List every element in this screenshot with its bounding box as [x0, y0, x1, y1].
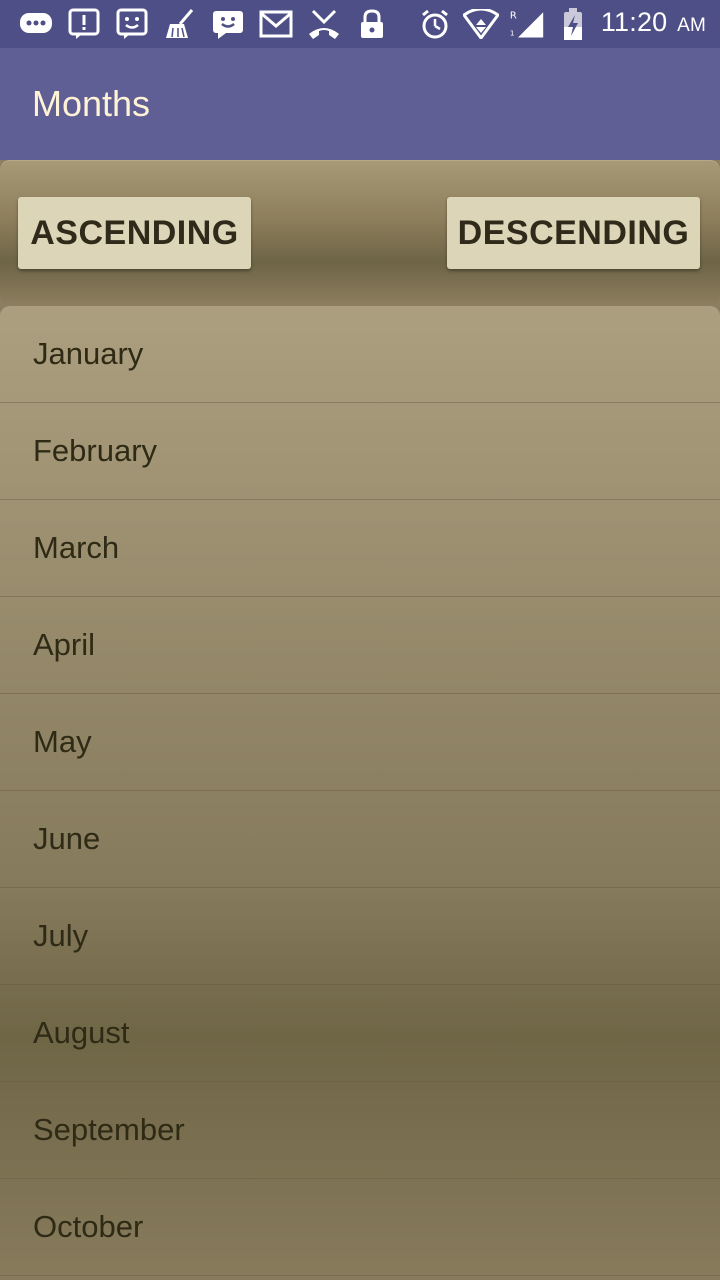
clock-time: 11:20 [600, 7, 668, 37]
months-list[interactable]: January February March April May June Ju… [0, 306, 720, 1280]
screen: R 1 11:20 AM Months ASCENDING DESCENDING [0, 0, 720, 1280]
app-toolbar: Months [0, 48, 720, 160]
page-title: Months [32, 83, 151, 124]
descending-button[interactable]: DESCENDING [447, 197, 700, 269]
list-item[interactable]: May [0, 694, 720, 791]
alarm-icon [417, 6, 453, 42]
clock: 11:20 AM [601, 4, 706, 44]
list-item[interactable]: July [0, 888, 720, 985]
notification-icons [18, 6, 390, 42]
wifi-icon [462, 6, 499, 42]
list-item[interactable]: October [0, 1179, 720, 1276]
sort-button-panel: ASCENDING DESCENDING [0, 160, 720, 306]
status-bar: R 1 11:20 AM [0, 0, 720, 48]
system-status: R 1 11:20 AM [417, 6, 706, 42]
signal-icon: R 1 [509, 6, 545, 42]
chat-smiley-icon [210, 6, 246, 42]
ascending-button[interactable]: ASCENDING [18, 197, 251, 269]
battery-icon [555, 6, 591, 42]
svg-text:1: 1 [510, 29, 515, 38]
list-item[interactable]: April [0, 597, 720, 694]
list-item[interactable]: June [0, 791, 720, 888]
svg-text:R: R [510, 11, 517, 22]
smiley-message-icon [114, 6, 150, 42]
missed-call-icon [306, 6, 342, 42]
broom-icon [162, 6, 198, 42]
clock-ampm: AM [677, 15, 706, 36]
lock-icon [354, 6, 390, 42]
alert-message-icon [66, 6, 102, 42]
gmail-icon [258, 6, 294, 42]
list-item[interactable]: February [0, 403, 720, 500]
list-item[interactable]: August [0, 985, 720, 1082]
list-item[interactable]: September [0, 1082, 720, 1179]
list-item[interactable]: January [0, 306, 720, 403]
chat-bubble-icon [18, 6, 54, 42]
list-item[interactable]: March [0, 500, 720, 597]
